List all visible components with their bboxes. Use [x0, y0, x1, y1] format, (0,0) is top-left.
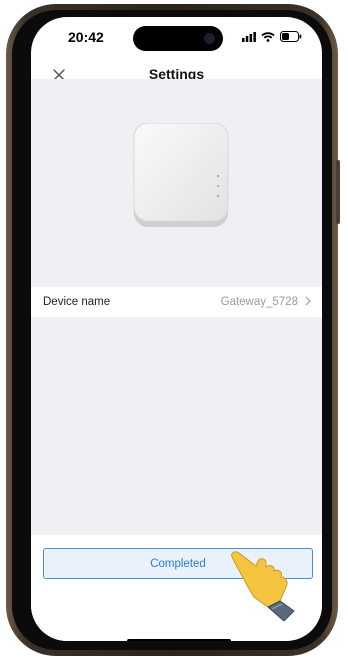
- home-indicator: [127, 639, 231, 641]
- dynamic-island: [133, 26, 223, 51]
- status-icons: [242, 31, 302, 42]
- status-bar: 20:42: [31, 17, 322, 61]
- screen: 20:42 Settings Device name Gateway_5728 …: [31, 17, 322, 641]
- wifi-icon: [261, 31, 275, 42]
- chevron-right-icon: [305, 296, 311, 306]
- settings-content: Device name Gateway_5728: [31, 79, 322, 535]
- pointing-hand-icon: [231, 551, 295, 621]
- gateway-device-image: [133, 123, 229, 227]
- device-name-label: Device name: [43, 296, 111, 308]
- battery-icon: [280, 31, 302, 42]
- device-name-row[interactable]: Device name Gateway_5728: [31, 287, 322, 317]
- power-button: [336, 160, 340, 224]
- status-time: 20:42: [68, 29, 104, 45]
- signal-icon: [242, 31, 256, 42]
- device-name-value: Gateway_5728: [220, 296, 298, 308]
- camera-icon: [204, 33, 215, 44]
